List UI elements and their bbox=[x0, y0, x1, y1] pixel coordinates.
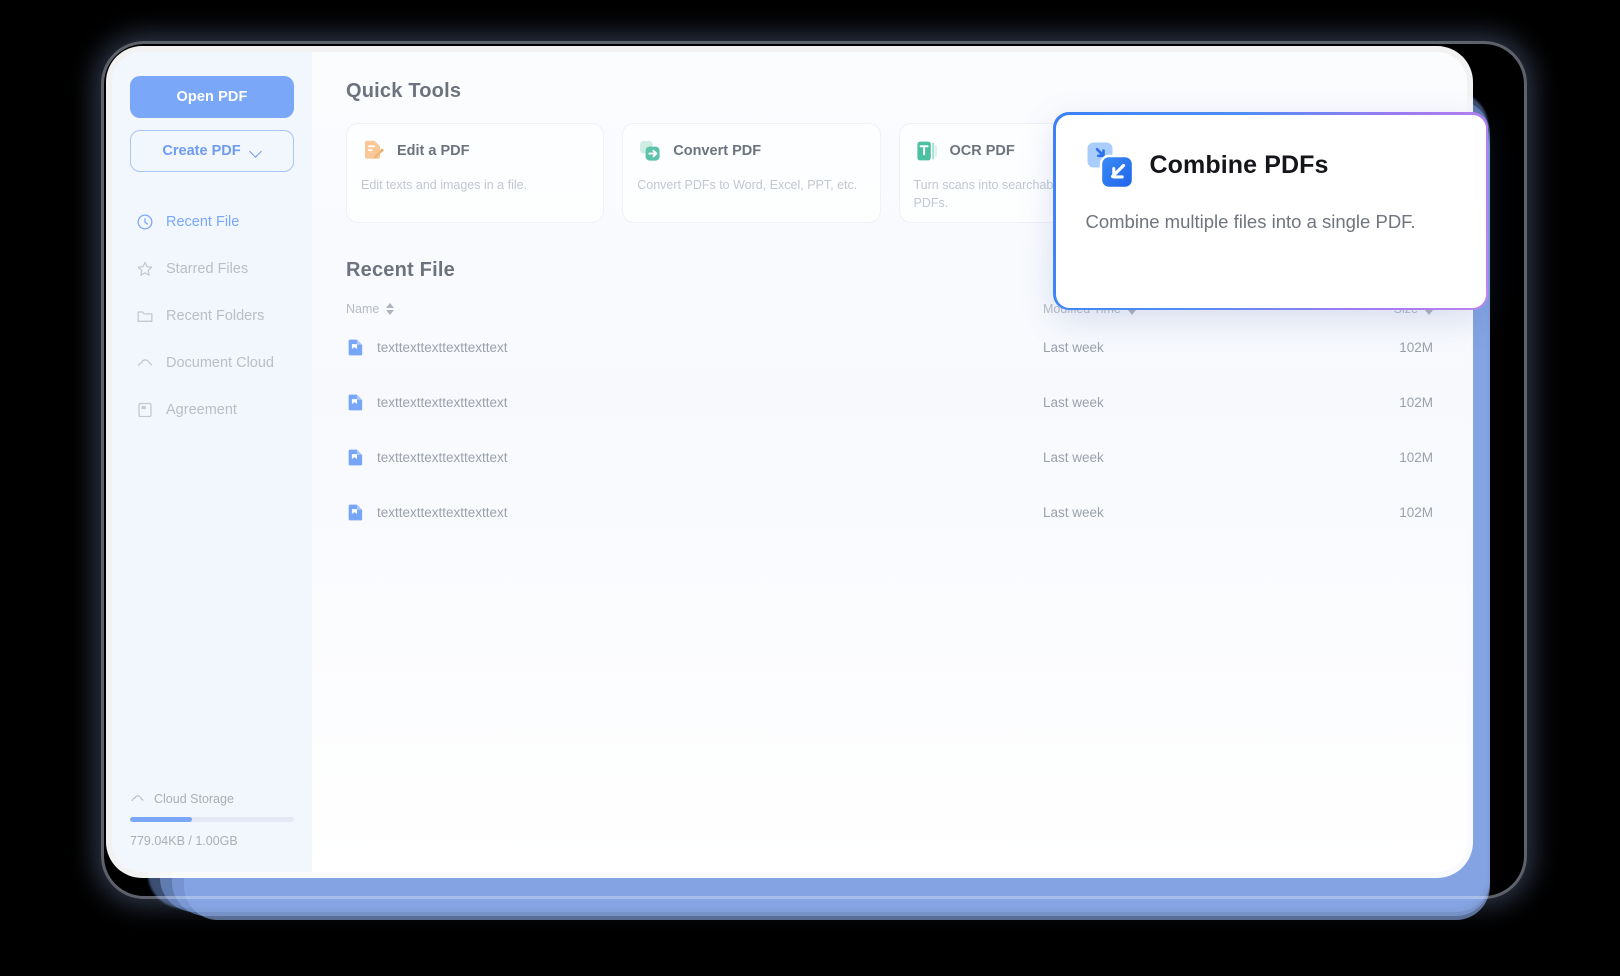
tool-header: Convert PDF bbox=[637, 138, 865, 164]
popup-description: Combine multiple files into a single PDF… bbox=[1085, 210, 1416, 232]
sort-icon[interactable] bbox=[386, 303, 395, 315]
tool-name: OCR PDF bbox=[949, 143, 1015, 159]
file-name: texttexttexttexttexttext bbox=[377, 395, 508, 410]
folder-icon bbox=[136, 307, 154, 325]
star-icon bbox=[136, 260, 154, 278]
tool-name: Convert PDF bbox=[673, 143, 762, 159]
storage-usage-text: 779.04KB / 1.00GB bbox=[130, 834, 238, 848]
cloud-storage-section: Cloud Storage 779.04KB / 1.00GB bbox=[130, 791, 294, 872]
cell-name: texttexttexttexttexttext bbox=[346, 448, 1003, 467]
sidebar-item-label: Starred Files bbox=[166, 260, 249, 277]
chevron-down-icon bbox=[251, 146, 262, 157]
cell-name: texttexttexttexttexttext bbox=[346, 503, 1003, 522]
cell-name: texttexttexttexttexttext bbox=[346, 393, 1003, 412]
tool-header: Edit a PDF bbox=[361, 138, 589, 164]
column-header-name[interactable]: Name bbox=[346, 302, 1003, 316]
cloud-icon bbox=[130, 791, 145, 806]
table-row[interactable]: texttexttexttexttexttext Last week 102M bbox=[346, 375, 1433, 430]
recent-file-table: Name Modified Time Size bbox=[346, 302, 1433, 540]
cell-size: 102M bbox=[1399, 395, 1433, 410]
file-name: texttexttexttexttexttext bbox=[377, 340, 508, 355]
storage-progress-fill bbox=[130, 817, 193, 822]
cloud-storage-label: Cloud Storage bbox=[154, 791, 234, 806]
cell-size: 102M bbox=[1399, 505, 1433, 520]
cell-size: 102M bbox=[1399, 340, 1433, 355]
pdf-file-icon bbox=[346, 393, 365, 412]
cloud-storage-header: Cloud Storage bbox=[130, 791, 294, 806]
popup-body: Combine PDFs Combine multiple files into… bbox=[1055, 114, 1486, 308]
table-row[interactable]: texttexttexttexttexttext Last week 102M bbox=[346, 430, 1433, 485]
convert-pdf-icon bbox=[637, 138, 663, 164]
quick-tools-title: Quick Tools bbox=[346, 80, 462, 102]
file-name: texttexttexttexttexttext bbox=[377, 505, 508, 520]
screenshot-stage: Open PDF Create PDF Recent File Starred … bbox=[0, 0, 1620, 976]
sidebar-item-label: Document Cloud bbox=[166, 354, 274, 371]
sidebar-item-label: Recent File bbox=[166, 213, 240, 230]
cell-modified-time: Last week bbox=[1043, 505, 1104, 520]
sidebar-item-recent-folders[interactable]: Recent Folders bbox=[130, 292, 294, 339]
tool-description: Edit texts and images in a file. bbox=[361, 178, 528, 192]
table-row[interactable]: texttexttexttexttexttext Last week 102M bbox=[346, 485, 1433, 540]
sidebar: Open PDF Create PDF Recent File Starred … bbox=[112, 52, 312, 872]
sidebar-item-document-cloud[interactable]: Document Cloud bbox=[130, 339, 294, 386]
sidebar-item-starred-files[interactable]: Starred Files bbox=[130, 245, 294, 292]
tool-description: Convert PDFs to Word, Excel, PPT, etc. bbox=[637, 178, 858, 192]
sidebar-item-label: Agreement bbox=[166, 401, 237, 418]
cell-size: 102M bbox=[1399, 450, 1433, 465]
cell-modified-time: Last week bbox=[1043, 340, 1104, 355]
open-pdf-button[interactable]: Open PDF bbox=[130, 76, 294, 118]
sidebar-item-label: Recent Folders bbox=[166, 307, 265, 324]
clock-icon bbox=[136, 213, 154, 231]
cloud-icon bbox=[136, 354, 154, 372]
document-icon bbox=[136, 401, 154, 419]
cell-modified-time: Last week bbox=[1043, 450, 1104, 465]
sidebar-item-agreement[interactable]: Agreement bbox=[130, 386, 294, 433]
popup-title: Combine PDFs bbox=[1149, 151, 1329, 179]
column-header-label: Name bbox=[346, 302, 380, 316]
pdf-file-icon bbox=[346, 338, 365, 357]
create-pdf-button[interactable]: Create PDF bbox=[130, 130, 294, 172]
combine-pdfs-icon bbox=[1086, 141, 1136, 191]
storage-progress-bar bbox=[130, 817, 294, 822]
pdf-file-icon bbox=[346, 503, 365, 522]
file-name: texttexttexttexttexttext bbox=[377, 450, 508, 465]
table-row[interactable]: texttexttexttexttexttext Last week 102M bbox=[346, 320, 1433, 375]
cell-modified-time: Last week bbox=[1043, 395, 1104, 410]
tool-card-convert-pdf[interactable]: Convert PDF Convert PDFs to Word, Excel,… bbox=[622, 123, 881, 223]
cell-name: texttexttexttexttexttext bbox=[346, 338, 1003, 357]
edit-pdf-icon bbox=[361, 138, 387, 164]
create-pdf-label: Create PDF bbox=[162, 143, 241, 159]
sidebar-item-recent-file[interactable]: Recent File bbox=[130, 198, 294, 245]
popup-header: Combine PDFs bbox=[1086, 141, 1456, 191]
pdf-file-icon bbox=[346, 448, 365, 467]
sidebar-nav: Recent File Starred Files Recent Folders… bbox=[130, 198, 294, 433]
tool-card-edit-a-pdf[interactable]: Edit a PDF Edit texts and images in a fi… bbox=[346, 123, 605, 223]
open-pdf-label: Open PDF bbox=[176, 89, 248, 105]
tool-name: Edit a PDF bbox=[397, 143, 470, 159]
ocr-pdf-icon bbox=[914, 138, 940, 164]
combine-pdfs-popup[interactable]: Combine PDFs Combine multiple files into… bbox=[1053, 112, 1488, 310]
